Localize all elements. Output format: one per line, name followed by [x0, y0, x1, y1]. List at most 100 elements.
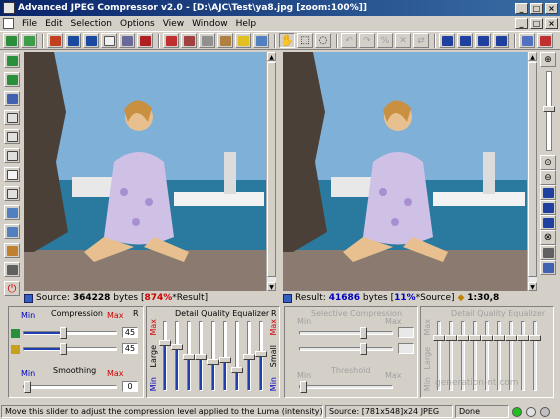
doc-minimize-button[interactable]: _: [515, 18, 528, 29]
source-image-pane[interactable]: [24, 52, 266, 291]
equalizer-band-slider[interactable]: [171, 321, 183, 391]
histogram-icon[interactable]: [4, 186, 20, 201]
menu-selection[interactable]: Selection: [67, 19, 116, 29]
equalizer-band-knob[interactable]: [469, 335, 481, 341]
chroma-compression-slider[interactable]: [23, 343, 117, 355]
equalizer-band-knob[interactable]: [171, 344, 183, 350]
equalizer-band-slider[interactable]: [529, 321, 541, 391]
preview-icon[interactable]: [4, 91, 20, 106]
invert-icon[interactable]: ⇄: [413, 33, 429, 48]
properties-icon[interactable]: [101, 33, 117, 48]
fullscreen-icon[interactable]: [540, 245, 556, 260]
redo-icon[interactable]: ↷: [359, 33, 375, 48]
layout-3-icon[interactable]: [475, 33, 491, 48]
selective-knob-2[interactable]: [360, 343, 367, 355]
recompress-icon[interactable]: [4, 72, 20, 87]
equalizer-band-slider[interactable]: [219, 321, 231, 391]
split-view-icon[interactable]: [4, 110, 20, 125]
compress-icon[interactable]: [4, 53, 20, 68]
scroll-thumb[interactable]: [267, 62, 276, 277]
result-scrollbar[interactable]: ▲ ▼: [527, 52, 537, 291]
reset-icon[interactable]: ⊗: [540, 230, 556, 245]
selective-knob-1[interactable]: [360, 327, 367, 339]
smoothing-value[interactable]: 0: [122, 381, 138, 392]
menu-view[interactable]: View: [159, 19, 188, 29]
result-image-pane[interactable]: [283, 52, 527, 291]
percent-icon[interactable]: %: [377, 33, 393, 48]
maximize-button[interactable]: □: [530, 2, 543, 14]
equalizer-band-knob[interactable]: [183, 354, 195, 360]
chroma-compression-knob[interactable]: [60, 343, 67, 355]
equalizer-band-knob[interactable]: [517, 335, 529, 341]
menu-edit[interactable]: Edit: [41, 19, 66, 29]
save-as-icon[interactable]: [83, 33, 99, 48]
layout-2-icon[interactable]: [457, 33, 473, 48]
scroll-up-arrow[interactable]: ▲: [267, 52, 276, 61]
lasso-icon[interactable]: ◌: [315, 33, 331, 48]
equalizer-band-knob[interactable]: [243, 354, 255, 360]
paste-icon[interactable]: [181, 33, 197, 48]
zoom-slider-thumb[interactable]: [543, 106, 555, 112]
zoom-in-icon[interactable]: ⊙: [540, 155, 556, 170]
open-folder-icon[interactable]: [21, 33, 37, 48]
equalizer-band-slider[interactable]: [159, 321, 171, 391]
luma-compression-slider[interactable]: [23, 327, 117, 339]
zoom-slider[interactable]: [543, 71, 555, 151]
scroll-down-arrow[interactable]: ▼: [267, 282, 276, 291]
smoothing-knob[interactable]: [24, 381, 31, 393]
view-single-icon[interactable]: [540, 200, 556, 215]
equalizer-band-knob[interactable]: [207, 359, 219, 365]
pan-hand-icon[interactable]: ✋: [279, 33, 295, 48]
equalizer-band-knob[interactable]: [231, 367, 243, 373]
equalizer-band-knob[interactable]: [481, 335, 493, 341]
settings-icon[interactable]: [540, 260, 556, 275]
tools-icon[interactable]: [137, 33, 153, 48]
chroma-value[interactable]: 45: [122, 343, 138, 354]
equalizer-band-slider[interactable]: [195, 321, 207, 391]
equalizer-band-slider[interactable]: [183, 321, 195, 391]
export-icon[interactable]: [253, 33, 269, 48]
zoom-in-tool-icon[interactable]: [4, 205, 20, 220]
crop-icon[interactable]: [199, 33, 215, 48]
equalizer-band-knob[interactable]: [493, 335, 505, 341]
luma-value[interactable]: 45: [122, 327, 138, 338]
doc-close-button[interactable]: ×: [545, 18, 558, 29]
menu-help[interactable]: Help: [232, 19, 261, 29]
palette-icon[interactable]: [4, 243, 20, 258]
equalizer-band-slider[interactable]: [517, 321, 529, 391]
menu-options[interactable]: Options: [116, 19, 159, 29]
threshold-knob[interactable]: [300, 381, 307, 393]
brush-icon[interactable]: [4, 262, 20, 277]
tile-icon[interactable]: [4, 129, 20, 144]
equalizer-band-slider[interactable]: [243, 321, 255, 391]
equalizer-band-knob[interactable]: [433, 335, 445, 341]
view-equalizer-icon[interactable]: [540, 215, 556, 230]
print-icon[interactable]: [119, 33, 135, 48]
equalizer-band-knob[interactable]: [219, 357, 231, 363]
batch-icon[interactable]: [47, 33, 63, 48]
selective-value-1[interactable]: [398, 327, 414, 338]
copy-icon[interactable]: [163, 33, 179, 48]
scroll-thumb[interactable]: [528, 62, 537, 277]
scroll-down-arrow[interactable]: ▼: [528, 282, 537, 291]
document-icon[interactable]: [3, 18, 14, 29]
close-button[interactable]: ×: [545, 2, 558, 14]
equalizer-band-knob[interactable]: [529, 335, 541, 341]
page-icon[interactable]: [4, 167, 20, 182]
scroll-up-arrow[interactable]: ▲: [528, 52, 537, 61]
equalizer-band-slider[interactable]: [255, 321, 267, 391]
equalizer-band-knob[interactable]: [505, 335, 517, 341]
equalizer-band-knob[interactable]: [457, 335, 469, 341]
grid-icon[interactable]: [4, 148, 20, 163]
selective-value-2[interactable]: [398, 343, 414, 354]
selective-slider-2[interactable]: [299, 343, 393, 355]
resize-icon[interactable]: [217, 33, 233, 48]
layout-4-icon[interactable]: [493, 33, 509, 48]
equalizer-band-knob[interactable]: [255, 351, 267, 357]
view-compare-icon[interactable]: [540, 185, 556, 200]
menu-file[interactable]: File: [18, 19, 41, 29]
zoom-out-icon[interactable]: ⊖: [540, 170, 556, 185]
equalizer-band-slider[interactable]: [231, 321, 243, 391]
equalizer-band-knob[interactable]: [195, 354, 207, 360]
equalizer-band-knob[interactable]: [445, 335, 457, 341]
